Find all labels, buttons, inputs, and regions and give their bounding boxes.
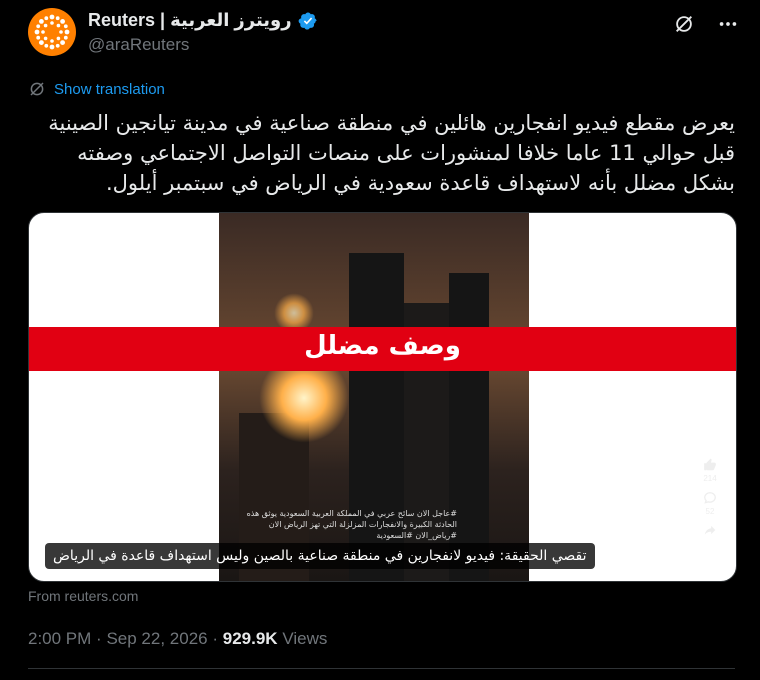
share-arrow-icon (704, 525, 716, 535)
meta-separator: · (96, 629, 102, 648)
divider (28, 668, 735, 669)
grok-icon[interactable] (672, 12, 696, 36)
meta-separator-2: · (212, 629, 219, 648)
reuters-logo-icon (34, 14, 70, 50)
tweet-header: Reuters | رويترز العربية @araReuters (28, 8, 740, 64)
comment-icon (704, 492, 716, 504)
show-translation-label[interactable]: Show translation (54, 81, 165, 98)
misleading-banner: وصف مضلل (29, 327, 736, 371)
media-caption: تقصي الحقيقة: فيديو لانفجارين في منطقة ص… (45, 543, 595, 569)
tweet-time[interactable]: 2:00 PM (28, 629, 91, 648)
tweet-text: يعرض مقطع فيديو انفجارين هائلين في منطقة… (48, 111, 735, 195)
handle[interactable]: @araReuters (88, 35, 318, 55)
avatar[interactable] (28, 8, 76, 56)
verified-badge-icon (298, 11, 318, 31)
translate-icon (30, 82, 44, 96)
display-name[interactable]: Reuters | رويترز العربية (88, 10, 292, 31)
misleading-banner-label: وصف مضلل (304, 331, 461, 361)
tweet-meta: 2:00 PM · Sep 22, 2026 · 929.9K Views (28, 629, 327, 649)
show-translation-link[interactable]: Show translation (28, 80, 165, 98)
comment-count-group[interactable]: 52 (699, 491, 721, 516)
share-button[interactable] (699, 523, 721, 539)
display-name-row[interactable]: Reuters | رويترز العربية (88, 10, 318, 31)
like-count: 214 (703, 474, 717, 483)
account-names: Reuters | رويترز العربية @araReuters (88, 10, 318, 55)
more-options-icon[interactable] (716, 12, 740, 36)
like-count-group[interactable]: 214 (699, 458, 721, 483)
thumbs-up-icon (704, 458, 716, 471)
tweet-date[interactable]: Sep 22, 2026 (106, 629, 207, 648)
comment-count: 52 (705, 507, 715, 516)
tweet-actions-top (672, 12, 740, 36)
video-overlay-text: #عاجل الان سائح عربي في المملكة العربية … (246, 509, 457, 540)
views-count: 929.9K (222, 629, 278, 648)
tweet-media[interactable]: 214 52 #عاجل الان سائح عربي في المملكة ا… (28, 212, 737, 582)
source-link[interactable]: From reuters.com (28, 588, 138, 604)
views-label: Views (282, 629, 328, 648)
